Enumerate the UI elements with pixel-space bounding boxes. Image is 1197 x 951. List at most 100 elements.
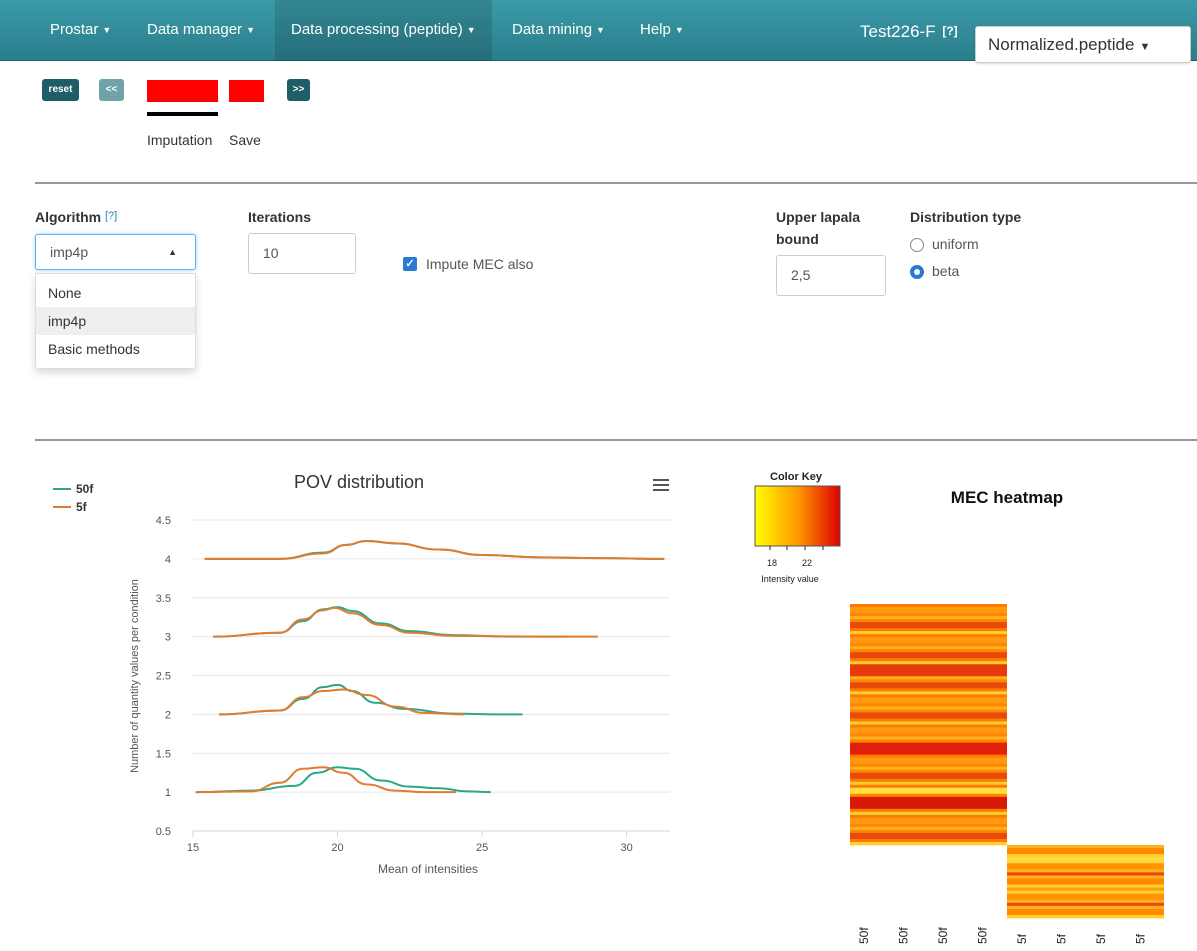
current-step-indicator: [147, 112, 218, 116]
radio-beta[interactable]: [910, 265, 924, 279]
dataset-select[interactable]: Normalized.peptide ▼: [975, 26, 1191, 63]
heatmap-row-50f: [850, 787, 1007, 792]
series-line-50f-level-1[interactable]: [195, 766, 491, 794]
heatmap-row-50f: [850, 652, 1007, 656]
step-label-imputation: Imputation: [147, 132, 213, 148]
heatmap-column-label: 5f: [1094, 933, 1108, 944]
color-key-title: Color Key: [770, 471, 823, 483]
color-key-tick-22: 22: [802, 558, 812, 568]
heatmap-row-5f: [1007, 914, 1164, 919]
heatmap-row-50f: [850, 664, 1007, 668]
heatmap-row-50f: [850, 784, 1007, 789]
heatmap-row-50f: [850, 643, 1007, 647]
heatmap-row-50f: [850, 604, 1007, 608]
caret-down-icon: ▼: [1139, 41, 1151, 53]
algorithm-label-text: Algorithm: [35, 209, 102, 225]
pov-distribution-chart: POV distribution 50f 5f 0.5 1 1.5 2 2.5 3 3.5 4…: [53, 472, 670, 876]
heatmap-row-50f: [850, 778, 1007, 783]
caret-down-icon: ▼: [596, 25, 605, 36]
chart-legend: 50f 5f: [53, 482, 94, 514]
heatmap-row-5f: [1007, 875, 1164, 879]
caret-down-icon: ▼: [674, 25, 684, 36]
heatmap-row-50f: [850, 658, 1007, 662]
algorithm-option-basic-methods[interactable]: Basic methods: [36, 335, 195, 363]
heatmap-row-50f: [850, 826, 1007, 831]
heatmap-row-50f: [850, 625, 1007, 629]
next-step-button[interactable]: >>: [287, 79, 310, 101]
heatmap-row-5f: [1007, 905, 1164, 910]
series-line-5f-level-4[interactable]: [204, 539, 665, 560]
y-tick-label: 4: [165, 554, 171, 566]
heatmap-row-50f: [850, 820, 1007, 825]
project-help-link[interactable]: [?]: [942, 24, 957, 38]
heatmap-row-50f: [850, 691, 1007, 695]
step-label-save: Save: [229, 132, 261, 148]
series-line-50f-level-2[interactable]: [219, 683, 523, 716]
series-line-5f-level-3[interactable]: [213, 606, 598, 638]
heatmap-row-50f: [850, 706, 1007, 710]
heatmap-row-50f: [850, 799, 1007, 804]
heatmap-row-50f: [850, 679, 1007, 683]
y-axis-label: Number of quantity values per condition: [129, 579, 141, 773]
nav-menu-data-mining[interactable]: Data mining ▼: [496, 0, 621, 61]
heatmap-column-label: 50f: [857, 927, 871, 944]
nav-label: Data processing (peptide): [291, 21, 463, 38]
heatmap-row-50f: [850, 790, 1007, 795]
heatmap-row-50f: [850, 781, 1007, 786]
x-tick-label: 15: [187, 842, 199, 854]
algorithm-option-none[interactable]: None: [36, 279, 195, 307]
heatmap-row-50f: [850, 688, 1007, 692]
legend-label-5f[interactable]: 5f: [76, 500, 88, 514]
heatmap-row-50f: [850, 742, 1007, 746]
nav-menu-prostar[interactable]: Prostar ▼: [34, 0, 127, 61]
y-tick-label: 1: [165, 787, 171, 799]
impute-mec-checkbox[interactable]: ✓: [403, 257, 417, 271]
dataset-select-value: Normalized.peptide: [988, 35, 1135, 54]
algorithm-help-link[interactable]: [?]: [105, 210, 117, 222]
algorithm-option-imp4p[interactable]: imp4p: [36, 307, 195, 335]
nav-menu-data-manager[interactable]: Data manager ▼: [131, 0, 271, 61]
heatmap-row-50f: [850, 640, 1007, 644]
y-tick-label: 3: [165, 632, 171, 644]
heatmap-row-50f: [850, 682, 1007, 686]
heatmap-row-50f: [850, 607, 1007, 611]
algorithm-select[interactable]: imp4p ▲: [35, 234, 196, 270]
heatmap-row-50f: [850, 727, 1007, 731]
heatmap-row-50f: [850, 751, 1007, 756]
heatmap-row-50f: [850, 616, 1007, 620]
heatmap-row-50f: [850, 637, 1007, 641]
hamburger-menu-icon[interactable]: [653, 479, 669, 491]
iterations-input[interactable]: 10: [248, 233, 356, 274]
heatmap-row-5f: [1007, 863, 1164, 867]
prev-step-button[interactable]: <<: [99, 79, 124, 101]
heatmap-row-5f: [1007, 848, 1164, 852]
heatmap-row-50f: [850, 610, 1007, 614]
heatmap-row-5f: [1007, 899, 1164, 904]
heatmap-row-50f: [850, 622, 1007, 626]
nav-label: Help: [640, 21, 671, 38]
heatmap-row-50f: [850, 634, 1007, 638]
heatmap-row-50f: [850, 835, 1007, 840]
radio-uniform[interactable]: [910, 238, 924, 252]
heatmap-row-50f: [850, 694, 1007, 698]
nav-label: Data mining: [512, 21, 593, 38]
heatmap-row-50f: [850, 769, 1007, 774]
heatmap-row-50f: [850, 676, 1007, 680]
nav-menu-help[interactable]: Help ▼: [624, 0, 700, 61]
step-bar-imputation: [147, 80, 218, 102]
reset-button[interactable]: reset: [42, 79, 79, 101]
x-tick-label: 25: [476, 842, 488, 854]
nav-menu-data-processing[interactable]: Data processing (peptide) ▼: [275, 0, 492, 61]
heatmap-row-5f: [1007, 872, 1164, 876]
legend-label-50f[interactable]: 50f: [76, 482, 94, 496]
heatmap-row-50f: [850, 811, 1007, 816]
heatmap-row-5f: [1007, 857, 1164, 861]
y-tick-label: 0.5: [156, 826, 171, 838]
caret-up-icon: ▲: [168, 247, 177, 257]
heatmap-row-50f: [850, 673, 1007, 677]
heatmap-row-50f: [850, 733, 1007, 737]
heatmap-row-50f: [850, 772, 1007, 777]
upper-bound-input[interactable]: 2,5: [776, 255, 886, 296]
heatmap-row-50f: [850, 817, 1007, 822]
heatmap-row-50f: [850, 613, 1007, 617]
